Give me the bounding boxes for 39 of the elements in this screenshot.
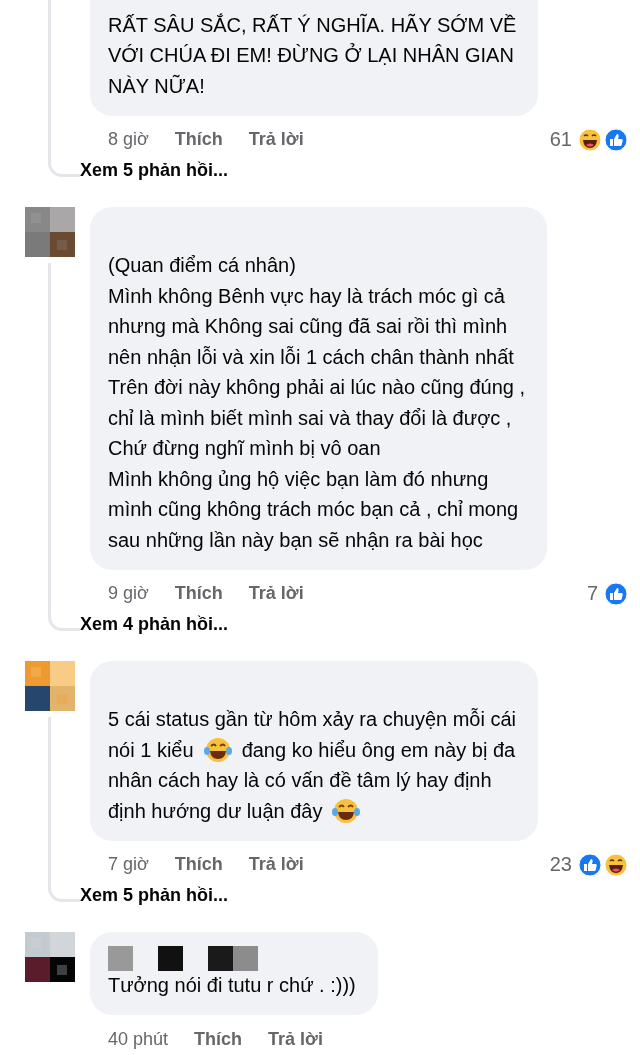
comment-text: nhưng mà Không sai cũng đã sai rồi thì mình [108,315,508,339]
view-replies-link[interactable]: Xem 5 phản hồi... [80,159,640,181]
comment-text: 5 cái status gần từ hôm xảy ra chuyện mỗi cái [108,708,517,732]
reply-link[interactable]: Trả lời [268,1028,323,1050]
comment-text: Mình không ủng hộ việc bạn làm đó nhưng [108,467,489,491]
comment-text: NÀY NỮA! [108,74,205,98]
comment-time: 8 giờ [108,129,149,150]
reaction-count: 61 [549,128,572,151]
like-link[interactable]: Thích [174,129,223,150]
like-link[interactable]: Thích [194,1028,243,1050]
view-replies-link[interactable]: Xem 5 phản hồi... [80,884,640,906]
reply-link[interactable]: Trả lời [248,854,304,875]
reaction-count: 7 [586,582,598,605]
like-link[interactable]: Thích [174,583,223,604]
comment-text: RẤT SÂU SẮC, RẤT Ý NGHĨA. HÃY SỚM VỀ [108,13,517,37]
comment-text: VỚI CHÚA ĐI EM! ĐỪNG Ở LẠI NHÂN GIAN [108,44,514,68]
reply-link[interactable]: Trả lời [248,129,304,150]
laughing-crying-emoji-icon [332,798,361,825]
view-replies-link[interactable]: Xem 4 phản hồi... [80,613,640,635]
reply-link[interactable]: Trả lời [248,583,304,604]
reaction-count: 23 [549,853,572,876]
like-link[interactable]: Thích [174,854,223,875]
comment-time: 7 giờ [108,854,149,875]
comment-text: mình cũng không trách móc bạn cả , chỉ mong [108,498,519,522]
comment-text: nên nhận lỗi và xin lỗi 1 cách chân thành nhất [108,345,514,369]
comment-text: nhân cách hay là có vấn đề tâm lý hay định [108,769,492,793]
laughing-crying-emoji-icon [203,737,232,764]
comment-text: Tưởng nói đi tutu r chứ . :))) [108,974,356,998]
comment-text: Trên đời này không phải ai lúc nào cũng đúng , [108,376,526,400]
comment-text: đang ko hiểu ông em này bị đa [241,738,516,762]
comment-text: chỉ là mình biết mình sai và thay đổi là được , [108,406,512,430]
comment-time: 40 phút [108,1028,169,1050]
comment-text: định hướng dư luận đây [108,799,323,823]
comment-text: Chứ đừng nghĩ mình bị vô oan [108,437,381,461]
comment-text: sau những lần này bạn sẽ nhận ra bài học [108,528,483,552]
comment-text: (Quan điểm cá nhân) [108,254,296,278]
comment-text: nói 1 kiểu [108,738,194,762]
comment-time: 9 giờ [108,583,149,604]
comment-text: Mình không Bênh vực hay là trách móc gì cả [108,284,505,308]
